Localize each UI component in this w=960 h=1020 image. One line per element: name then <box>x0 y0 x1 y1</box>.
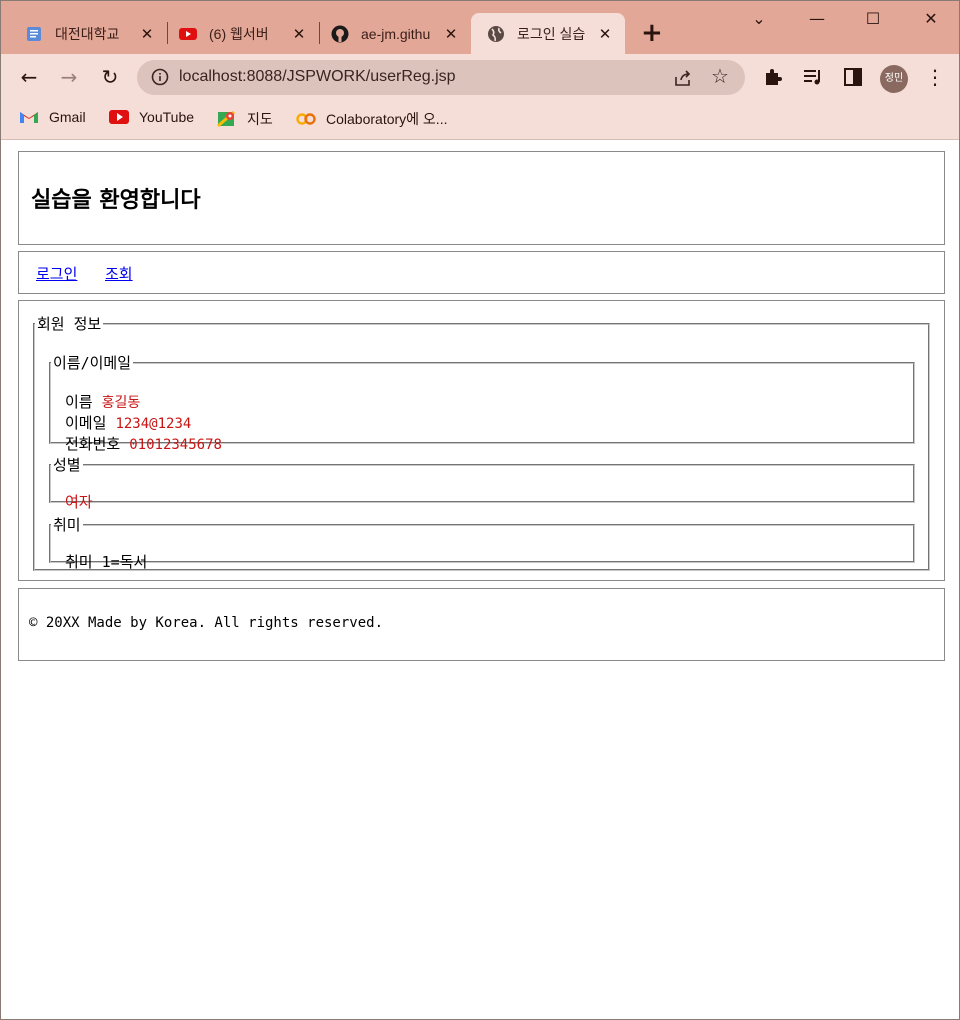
bookmark-maps[interactable]: 지도 <box>217 109 273 129</box>
profile-avatar[interactable]: 정민 <box>880 65 908 93</box>
youtube-icon <box>179 27 197 40</box>
phone-row: 전화번호 01012345678 <box>65 433 222 454</box>
page-title: 실습을 환영합니다 <box>31 188 201 213</box>
bookmarks-bar: Gmail YouTube 지도 Colaboratory에 오... <box>1 101 959 140</box>
tab-title: ae-jm.githu <box>361 25 431 42</box>
new-tab-button[interactable]: + <box>641 19 663 47</box>
email-row: 이메일 1234@1234 <box>65 412 191 433</box>
name-email-fieldset: 이름/이메일 이름 홍길동 이메일 1234@1234 전화번호 0101234… <box>49 352 915 453</box>
page-content: 실습을 환영합니다 로그인 조회 회원 정보 이름/이메일 이름 홍길동 이메일… <box>1 141 959 1019</box>
email-value: 1234@1234 <box>115 416 192 432</box>
reload-icon[interactable]: ↻ <box>97 64 123 90</box>
login-link[interactable]: 로그인 <box>36 263 77 284</box>
footer-section: © 20XX Made by Korea. All rights reserve… <box>18 588 945 661</box>
tab-title: 로그인 실습 <box>517 25 586 42</box>
gender-legend: 성별 <box>53 456 81 474</box>
tab-strip: 대전대학교 ✕ (6) 웹서버 ✕ ae-jm.githu ✕ 로그인 실습 ✕… <box>1 1 959 54</box>
phone-value: 01012345678 <box>129 437 222 453</box>
window-close-icon[interactable]: ✕ <box>919 9 943 28</box>
name-row: 이름 홍길동 <box>65 391 140 412</box>
colab-icon <box>296 113 316 125</box>
hobby-fieldset: 취미 취미 1=독서 <box>49 514 915 571</box>
close-icon[interactable]: ✕ <box>443 25 459 43</box>
media-playlist-icon[interactable] <box>802 66 824 88</box>
forward-arrow-icon[interactable]: → <box>56 64 82 90</box>
extensions-icon[interactable] <box>762 66 784 88</box>
name-value: 홍길동 <box>101 395 141 411</box>
globe-icon <box>488 25 504 42</box>
tab-djuniv[interactable]: 대전대학교 ✕ <box>1 13 167 54</box>
back-arrow-icon[interactable]: ← <box>16 64 42 90</box>
name-email-legend: 이름/이메일 <box>53 354 132 372</box>
gender-fieldset: 성별 여자 <box>49 454 915 511</box>
tab-search-icon[interactable]: ⌄ <box>747 9 771 28</box>
bookmark-star-icon[interactable]: ☆ <box>711 64 729 88</box>
address-bar[interactable]: localhost:8088/JSPWORK/userReg.jsp ☆ <box>137 60 745 95</box>
maps-icon <box>217 111 235 127</box>
minimize-icon[interactable]: — <box>805 9 829 28</box>
content-section: 회원 정보 이름/이메일 이름 홍길동 이메일 1234@1234 전화번호 0… <box>18 300 945 581</box>
lookup-link[interactable]: 조회 <box>105 263 133 284</box>
tab-title: (6) 웹서버 <box>209 25 269 42</box>
tab-github[interactable]: ae-jm.githu ✕ <box>307 13 471 54</box>
url-text[interactable]: localhost:8088/JSPWORK/userReg.jsp <box>179 68 456 86</box>
name-label: 이름 <box>65 393 93 411</box>
browser-window: 대전대학교 ✕ (6) 웹서버 ✕ ae-jm.githu ✕ 로그인 실습 ✕… <box>0 0 960 1020</box>
bookmark-gmail[interactable]: Gmail <box>19 109 86 125</box>
footer-text: © 20XX Made by Korea. All rights reserve… <box>29 615 384 631</box>
github-icon <box>331 25 349 42</box>
gender-row: 여자 <box>65 491 93 512</box>
bookmark-label: YouTube <box>139 109 195 125</box>
site-info-icon[interactable] <box>151 68 169 86</box>
hobby-legend: 취미 <box>53 516 81 534</box>
browser-toolbar: ← → ↻ localhost:8088/JSPWORK/userReg.jsp… <box>1 54 959 101</box>
tab-title: 대전대학교 <box>55 25 120 42</box>
member-info-legend: 회원 정보 <box>37 315 102 333</box>
side-panel-icon[interactable] <box>842 66 864 88</box>
close-icon[interactable]: ✕ <box>139 25 155 43</box>
header-section: 실습을 환영합니다 <box>18 151 945 245</box>
tab-login-active[interactable]: 로그인 실습 ✕ <box>471 13 625 54</box>
email-label: 이메일 <box>65 414 107 432</box>
bookmark-colab[interactable]: Colaboratory에 오... <box>296 109 447 129</box>
gender-value: 여자 <box>65 493 93 511</box>
share-icon[interactable] <box>673 68 693 88</box>
bookmark-label: Gmail <box>49 109 86 125</box>
tab-youtube[interactable]: (6) 웹서버 ✕ <box>155 13 319 54</box>
maximize-icon[interactable]: ☐ <box>861 9 885 28</box>
bookmark-label: 지도 <box>247 111 273 127</box>
nav-section: 로그인 조회 <box>18 251 945 294</box>
hobby-row: 취미 1=독서 <box>65 553 148 571</box>
menu-kebab-icon[interactable]: ⋮ <box>925 64 945 90</box>
gmail-icon <box>20 112 38 123</box>
bookmark-label: Colaboratory에 오... <box>326 111 448 127</box>
close-icon[interactable]: ✕ <box>597 25 613 43</box>
phone-label: 전화번호 <box>65 435 121 453</box>
close-icon[interactable]: ✕ <box>291 25 307 43</box>
youtube-icon <box>109 110 129 124</box>
member-info-fieldset: 회원 정보 이름/이메일 이름 홍길동 이메일 1234@1234 전화번호 0… <box>33 313 930 571</box>
bookmark-youtube[interactable]: YouTube <box>109 109 194 125</box>
notepad-icon <box>27 26 41 41</box>
